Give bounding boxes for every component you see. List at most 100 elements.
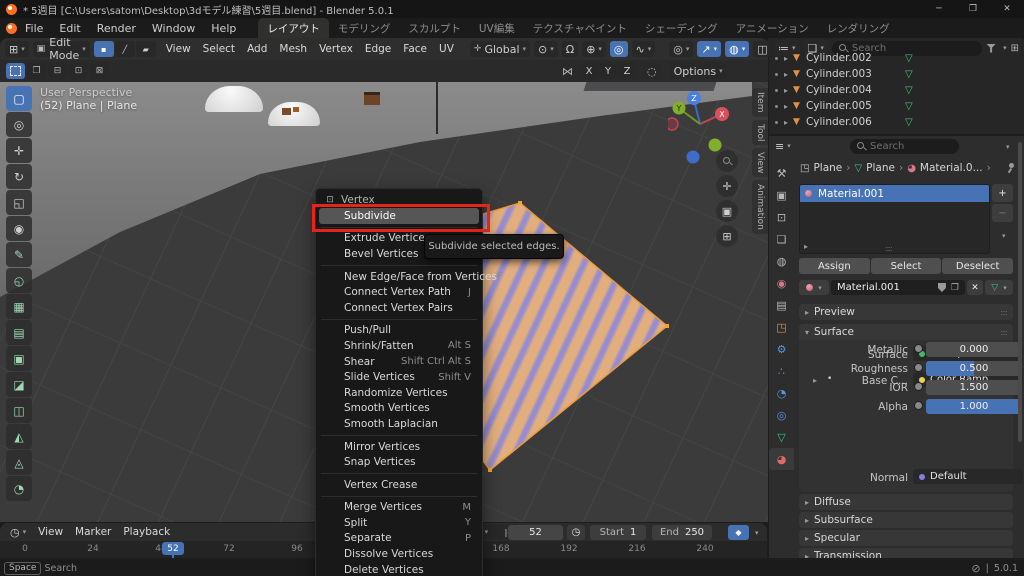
proportional-editing-button[interactable]: ◎ — [610, 41, 628, 57]
socket-icon[interactable] — [914, 382, 923, 391]
snap-toggle-button[interactable]: Ω — [562, 41, 578, 57]
collapsed-panel-header[interactable]: ▸ Transmission — [799, 548, 1013, 558]
menu-item[interactable]: Edit — [51, 22, 88, 35]
select-option-button[interactable]: ⊟ — [48, 63, 67, 79]
show-gizmo-button[interactable]: ↗ ▾ — [697, 41, 721, 57]
context-menu-item[interactable]: ⊡ Vertex Crease ▸ — [319, 477, 479, 493]
copy-material-icon[interactable]: ❐ — [951, 283, 959, 293]
context-menu-item[interactable]: ⊡ Connect Vertex Pairs ▸ — [319, 300, 479, 316]
menu-item[interactable]: File — [17, 22, 51, 35]
outliner-row[interactable]: ▸ ▼ Cylinder.005 ▽ — [769, 98, 1024, 114]
pivot-point-button[interactable]: ⊙ ▾ — [534, 41, 558, 57]
context-menu-item[interactable]: ⊡ Shrink/Fatten Alt S ▸ — [319, 338, 479, 354]
chevron-down-icon[interactable]: ▾ — [1006, 143, 1010, 151]
viewport-menu-item[interactable]: UV — [433, 43, 460, 55]
tool-button[interactable]: ▦ — [6, 294, 32, 319]
properties-tab[interactable]: ◕ — [769, 448, 794, 470]
properties-tab[interactable]: ⚙ — [769, 338, 794, 360]
pan-button[interactable]: ✛ — [716, 175, 738, 197]
expand-icon[interactable]: ▸ — [784, 70, 788, 79]
remove-slot-button[interactable]: − — [992, 204, 1013, 222]
properties-tab[interactable]: ∴ — [769, 360, 794, 382]
editor-type-button[interactable]: ⊞ ▾ — [5, 41, 29, 57]
workspace-tab[interactable]: アニメーション — [727, 18, 818, 38]
mirror-axis-button[interactable]: Y — [599, 63, 617, 79]
properties-tab[interactable]: ▽ — [769, 426, 794, 448]
viewport-menu-item[interactable]: Edge — [359, 43, 397, 55]
tool-button[interactable]: ◬ — [6, 450, 32, 475]
expand-icon[interactable]: ▸ — [784, 118, 788, 127]
properties-editor-button[interactable]: ≡ ▾ — [771, 138, 795, 154]
outliner-row[interactable]: ▸ ▼ Cylinder.006 ▽ — [769, 114, 1024, 130]
camera-view-button[interactable]: ▣ — [716, 200, 738, 222]
timeline-menu-item[interactable]: Playback — [117, 526, 176, 538]
show-overlays-button[interactable]: ◍ ▾ — [725, 41, 749, 57]
workspace-tab[interactable]: シェーディング — [636, 18, 727, 38]
expand-icon[interactable]: ▸ — [784, 54, 788, 63]
collapsed-panel-header[interactable]: ▸ Specular — [799, 530, 1013, 546]
close-button[interactable]: ✕ — [990, 0, 1024, 18]
menu-item[interactable]: Window — [144, 22, 203, 35]
unlink-material-button[interactable]: ✕ — [967, 280, 983, 295]
viewport-menu-item[interactable]: Add — [241, 43, 273, 55]
keying-set-button[interactable]: ◆ — [728, 525, 749, 540]
tool-button[interactable]: ◱ — [6, 190, 32, 215]
outliner-row[interactable]: ▸ ▼ ▽ — [769, 130, 1024, 134]
select-mode-button[interactable]: ▰ — [136, 41, 156, 57]
select-option-button[interactable]: ⊡ — [69, 63, 88, 79]
normal-button[interactable]: Default — [913, 469, 1023, 484]
tool-button[interactable]: ◭ — [6, 424, 32, 449]
falloff-button[interactable]: ∿ ▾ — [632, 41, 656, 57]
socket-icon[interactable] — [914, 401, 923, 410]
context-menu-item[interactable]: ⊡ Connect Vertex Path J ▸ — [319, 284, 479, 300]
tool-button[interactable]: ◉ — [6, 216, 32, 241]
surface-panel-header[interactable]: ▾ Surface :::: — [799, 324, 1013, 340]
playhead-line[interactable] — [172, 554, 174, 558]
fake-user-shield-icon[interactable] — [938, 283, 946, 292]
value-slider[interactable]: 1.000 — [926, 399, 1022, 414]
mode-selector[interactable]: ▣ Edit Mode ▾ — [33, 41, 90, 57]
select-option-button[interactable]: ❐ — [27, 63, 46, 79]
sidebar-tab[interactable]: Tool — [752, 120, 768, 145]
tool-button[interactable]: ▤ — [6, 320, 32, 345]
preview-panel-header[interactable]: ▸ Preview :::: — [799, 304, 1013, 320]
scrollbar[interactable] — [1018, 142, 1022, 442]
workspace-tab[interactable]: モデリング — [329, 18, 400, 38]
tool-button[interactable]: ✛ — [6, 138, 32, 163]
add-slot-button[interactable]: + — [992, 184, 1013, 202]
expand-icon[interactable]: ▸ — [784, 86, 788, 95]
timeline-menu-item[interactable]: View — [32, 526, 69, 538]
workspace-tab[interactable]: UV編集 — [470, 18, 524, 38]
sidebar-tab[interactable]: Item — [752, 88, 768, 117]
sidebar-tab[interactable]: View — [752, 148, 768, 177]
context-menu-item[interactable]: ⊡ New Edge/Face from Vertices F ▸ — [319, 269, 479, 285]
timeline-editor-button[interactable]: ◷ ▾ — [6, 524, 30, 540]
slot-action-button[interactable]: Assign — [799, 258, 870, 274]
select-mode-button[interactable]: ╱ — [115, 41, 135, 57]
properties-tab[interactable]: ▣ — [769, 184, 794, 206]
viewport-menu-item[interactable]: Select — [197, 43, 241, 55]
menu-item[interactable]: Help — [203, 22, 244, 35]
value-slider[interactable]: 0.500 — [926, 361, 1022, 376]
socket-icon[interactable] — [914, 363, 923, 372]
collapsed-panel-header[interactable]: ▸ Diffuse — [799, 494, 1013, 510]
material-name-field[interactable]: Material.001 ❐ — [831, 280, 965, 295]
tool-button[interactable]: ◪ — [6, 372, 32, 397]
workspace-tab[interactable]: レイアウト — [258, 18, 329, 38]
end-frame-field[interactable]: End 250 — [652, 525, 712, 540]
tool-button[interactable]: ◎ — [6, 112, 32, 137]
context-menu-item[interactable]: ⊡ Delete Vertices ▸ — [319, 562, 479, 576]
minimize-button[interactable]: ─ — [922, 0, 956, 18]
stopwatch-button[interactable]: ◷ — [567, 525, 585, 540]
properties-tab[interactable]: ❏ — [769, 228, 794, 250]
select-option-button[interactable] — [6, 63, 25, 79]
socket-icon[interactable] — [914, 344, 923, 353]
context-menu-item[interactable]: ⊡ Push/Pull ▸ — [319, 323, 479, 339]
expand-icon[interactable]: ▸ — [784, 134, 788, 135]
expand-icon[interactable]: ▸ — [804, 242, 808, 251]
mirror-axis-button[interactable]: Z — [618, 63, 636, 79]
viewport-menu-item[interactable]: Mesh — [273, 43, 313, 55]
context-menu-item[interactable]: ⊡ Dissolve Vertices ▸ — [319, 546, 479, 562]
context-menu-item[interactable]: ⊡ Smooth Laplacian ▸ — [319, 416, 479, 432]
chevron-down-icon[interactable]: ▾ — [755, 529, 759, 537]
